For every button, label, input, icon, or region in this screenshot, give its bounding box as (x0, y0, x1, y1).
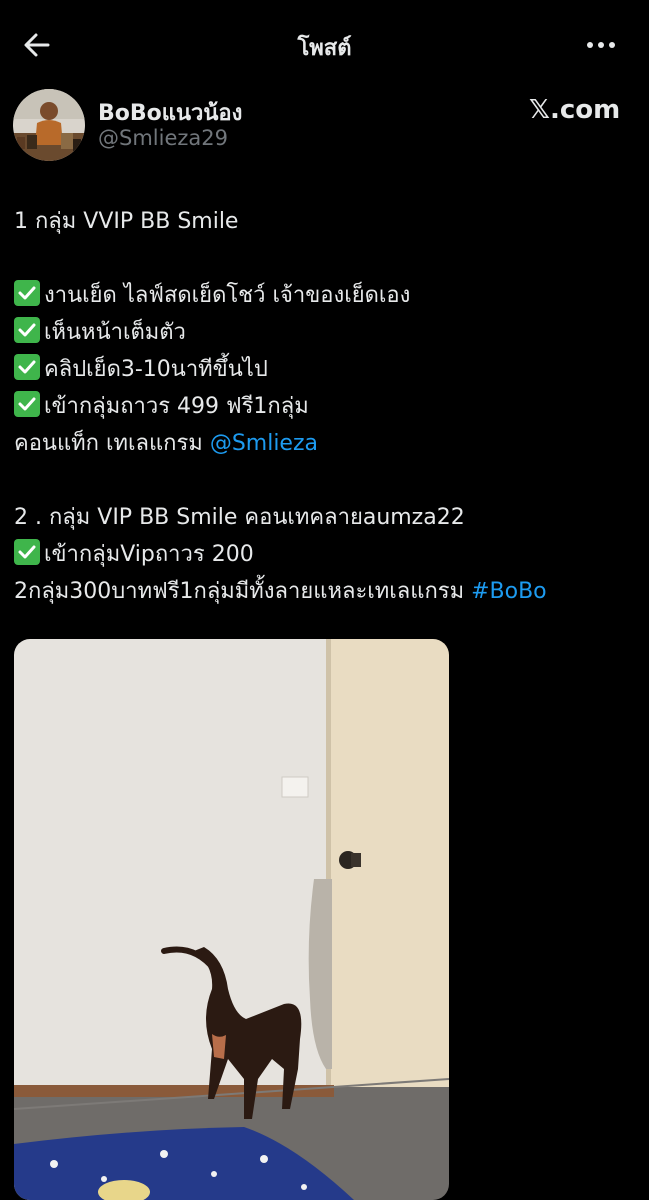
post-line-4: คลิปเย็ด3-10นาทีขึ้นไป (14, 351, 268, 386)
post-line-3-text: เห็นหน้าเต็มตัว (44, 320, 186, 345)
check-mark-icon (14, 539, 40, 565)
check-mark-icon (14, 391, 40, 417)
post-line-2-text: งานเย็ด ไลฟ์สดเย็ดโชว์ เจ้าของเย็ดเอง (44, 283, 411, 308)
post-line-2: งานเย็ด ไลฟ์สดเย็ดโชว์ เจ้าของเย็ดเอง (14, 277, 410, 312)
more-button[interactable] (582, 28, 622, 62)
post-line-6-text: คอนแท็ก เทเลแกรม (14, 431, 210, 456)
post-media[interactable] (14, 639, 449, 1200)
post-line-9: 2กลุ่ม300บาทฟรี1กลุ่มมีทั้งลายแหละเทเลแก… (14, 573, 547, 608)
check-mark-icon (14, 317, 40, 343)
post-line-6: คอนแท็ก เทเลแกรม @Smlieza (14, 425, 318, 460)
post-line-3: เห็นหน้าเต็มตัว (14, 314, 186, 349)
page-title: โพสต์ (297, 36, 352, 61)
check-mark-icon (14, 280, 40, 306)
top-bar: โพสต์ (0, 0, 649, 88)
post-line-5: เข้ากลุ่มถาวร 499 ฟรี1กลุ่ม (14, 388, 309, 423)
author-name[interactable]: BoBoแนวน้อง (98, 95, 242, 130)
hashtag-link[interactable]: #BoBo (471, 579, 547, 604)
author-handle[interactable]: @Smlieza29 (98, 126, 228, 150)
brand-logo: 𝕏.com (529, 95, 621, 125)
mention-link[interactable]: @Smlieza (210, 431, 318, 456)
post-line-5-text: เข้ากลุ่มถาวร 499 ฟรี1กลุ่ม (44, 394, 309, 419)
post-line-9-text: 2กลุ่ม300บาทฟรี1กลุ่มมีทั้งลายแหละเทเลแก… (14, 579, 472, 604)
check-mark-icon (14, 354, 40, 380)
post-line-1: 1 กลุ่ม VVIP BB Smile (14, 209, 239, 234)
more-horizontal-icon (587, 42, 615, 48)
avatar[interactable] (13, 89, 85, 161)
avatar-image (13, 89, 85, 161)
post-line-8-text: เข้ากลุ่มVipถาวร 200 (44, 542, 254, 567)
media-image (14, 639, 449, 1200)
post-line-7: 2 . กลุ่ม VIP BB Smile คอนเทคลายaumza22 (14, 505, 465, 530)
post-line-8: เข้ากลุ่มVipถาวร 200 (14, 536, 254, 571)
post-line-4-text: คลิปเย็ด3-10นาทีขึ้นไป (44, 357, 268, 382)
